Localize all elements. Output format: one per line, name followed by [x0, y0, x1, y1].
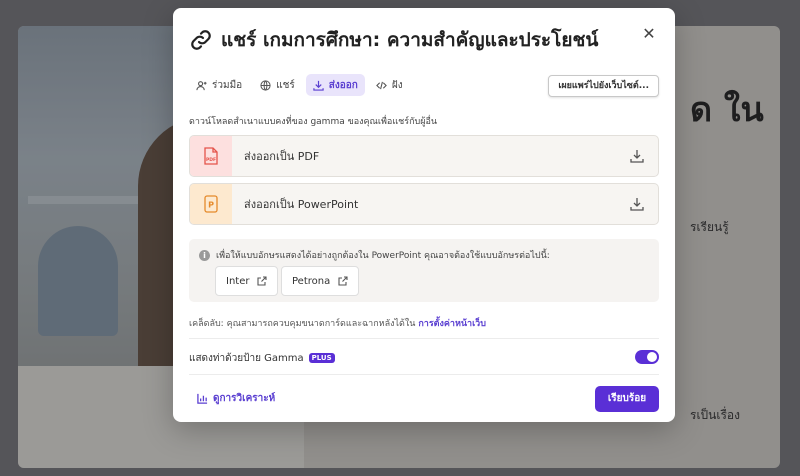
external-link-icon — [257, 276, 268, 286]
tab-label: ส่งออก — [328, 79, 358, 91]
add-person-icon — [196, 80, 207, 90]
font-notice-text: เพื่อให้แบบอักษรแสดงได้อย่างถูกต้องใน Po… — [216, 251, 550, 261]
share-modal: แชร์ เกมการศึกษา: ความสำคัญและประโยชน์ ✕… — [173, 8, 675, 422]
download-icon — [630, 198, 644, 211]
tab-label: แชร์ — [276, 79, 295, 91]
share-tabs: ร่วมมือ แชร์ ส่งออก ฝัง — [189, 74, 410, 96]
font-link-petrona[interactable]: Petrona — [281, 266, 360, 296]
font-link-inter[interactable]: Inter — [215, 266, 279, 296]
page-settings-link[interactable]: การตั้งค่าหน้าเว็บ — [418, 319, 486, 329]
divider — [189, 338, 659, 339]
bar-chart-icon — [197, 393, 208, 404]
download-icon — [313, 80, 324, 91]
powerpoint-badge-text: P — [208, 201, 214, 210]
tab-share[interactable]: แชร์ — [253, 74, 302, 96]
tab-export[interactable]: ส่งออก — [305, 74, 365, 96]
view-analytics-label: ดูการวิเคราะห์ — [213, 393, 276, 404]
pdf-badge-text: PDF — [206, 157, 216, 163]
plus-badge: PLUS — [308, 353, 335, 363]
tab-label: ร่วมมือ — [212, 79, 243, 91]
tip-prefix: เคล็ดลับ: คุณสามารถควบคุมขนาดการ์ดและฉาก… — [189, 319, 416, 329]
code-icon — [375, 81, 387, 89]
done-button[interactable]: เรียบร้อย — [595, 386, 659, 412]
powerpoint-icon: P — [190, 184, 232, 224]
pdf-icon: PDF — [190, 136, 232, 176]
tab-collaborate[interactable]: ร่วมมือ — [189, 74, 249, 96]
download-icon — [630, 150, 644, 163]
tab-label: ฝัง — [391, 79, 403, 91]
export-pdf-label: ส่งออกเป็น PDF — [244, 150, 320, 163]
tip-text: เคล็ดลับ: คุณสามารถควบคุมขนาดการ์ดและฉาก… — [189, 316, 486, 330]
font-name: Inter — [226, 275, 250, 287]
link-icon — [191, 30, 211, 50]
globe-icon — [260, 79, 271, 91]
font-notice: i เพื่อให้แบบอักษรแสดงได้อย่างถูกต้องใน … — [199, 248, 550, 262]
export-pdf-button[interactable]: PDF ส่งออกเป็น PDF — [189, 135, 659, 177]
view-analytics-button[interactable]: ดูการวิเคราะห์ — [197, 391, 275, 406]
export-powerpoint-button[interactable]: P ส่งออกเป็น PowerPoint — [189, 183, 659, 225]
divider — [189, 374, 659, 375]
info-icon: i — [199, 249, 210, 261]
gamma-badge-row: แสดงท่าด้วยป้าย Gamma PLUS — [189, 350, 659, 366]
font-notice-box: i เพื่อให้แบบอักษรแสดงได้อย่างถูกต้องใน … — [189, 239, 659, 302]
tab-embed[interactable]: ฝัง — [369, 74, 410, 96]
gamma-badge-toggle[interactable] — [635, 350, 659, 364]
export-powerpoint-label: ส่งออกเป็น PowerPoint — [244, 198, 359, 211]
modal-header: แชร์ เกมการศึกษา: ความสำคัญและประโยชน์ ✕ — [189, 22, 659, 58]
gamma-badge-label: แสดงท่าด้วยป้าย Gamma — [189, 352, 304, 364]
export-description: ดาวน์โหลดสำเนาแบบคงที่ของ gamma ของคุณเพ… — [189, 117, 438, 127]
publish-to-website-button[interactable]: เผยแพร่ไปยังเว็บไซต์... — [548, 75, 659, 97]
external-link-icon — [338, 276, 348, 286]
modal-title: แชร์ เกมการศึกษา: ความสำคัญและประโยชน์ — [221, 29, 599, 51]
font-name: Petrona — [292, 275, 331, 287]
close-button[interactable]: ✕ — [639, 24, 659, 44]
